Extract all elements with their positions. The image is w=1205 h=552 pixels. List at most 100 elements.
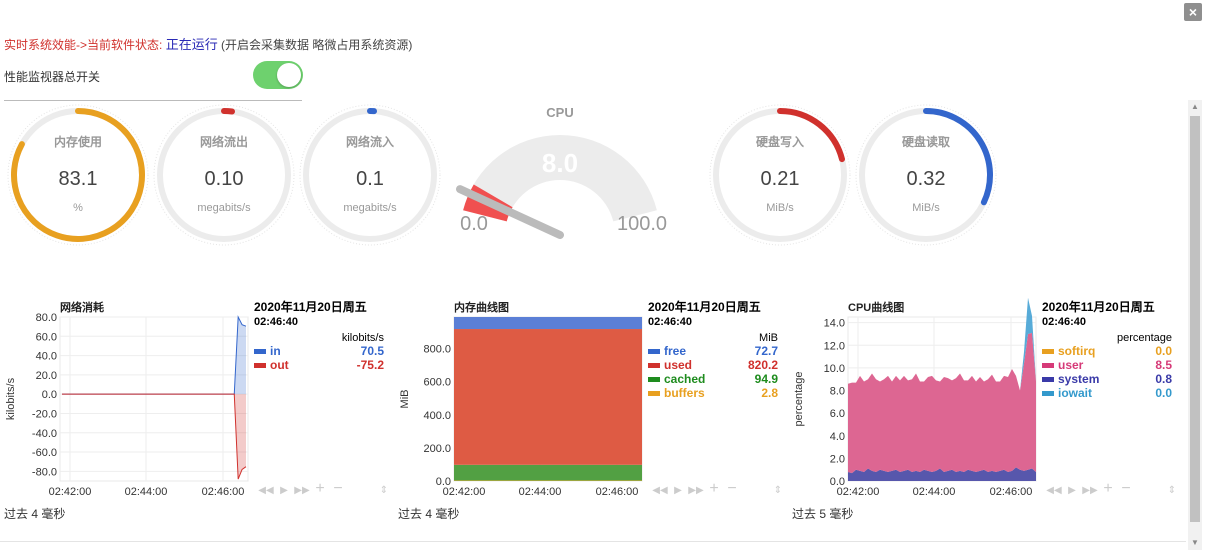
chart-3: CPU曲线图14.0 12.0 10.0 8.0 6.0 4.0 2.0 0.0 02:42:0… [793,297,1176,498]
cpu-gauge-value: 8.0 [542,148,578,178]
resize-icon[interactable]: ⇕ [774,485,782,496]
play-icon[interactable]: ▶ [674,485,682,496]
y-tick-label: 10.0 [824,363,845,375]
chart-1: 网络消耗80.0 60.0 40.0 20.0 0.0 -20.0 -40.0 -60.0 -8… [5,299,388,498]
x-tick-label: 02:42:00 [837,486,880,498]
y-tick-label: -20.0 [32,408,57,420]
scroll-down-icon[interactable]: ▼ [1188,536,1202,550]
x-tick-label: 02:42:00 [49,486,92,498]
legend-swatch [1042,349,1054,354]
status-prefix: 实时系统效能->当前软件状态: [4,38,163,52]
legend-value-free: 72.7 [755,344,779,358]
gauge-units: MiB/s [766,202,794,214]
y-tick-label: 2.0 [830,453,845,465]
cpu-gauge-min: 0.0 [460,213,488,235]
gauge-value: 0.21 [761,168,800,190]
gauge-title: 硬盘读取 [902,134,950,149]
forward-icon[interactable]: ▶▶ [294,485,310,496]
gauge-netout: 网络流出 0.10 megabits/s [153,104,295,246]
close-button[interactable]: × [1184,3,1202,21]
x-tick-label: 02:46:00 [596,486,639,498]
charts-area: 网络消耗80.0 60.0 40.0 20.0 0.0 -20.0 -40.0 -60.0 -8… [5,297,1176,498]
cpu-gauge: CPU 8.0 0.0 100.0 [456,105,667,239]
y-axis-label: kilobits/s [5,377,17,420]
zoom-out-icon[interactable]: − [1121,480,1130,497]
y-axis-label: MiB [399,390,411,409]
gauge-value: 0.10 [205,168,244,190]
legend-item-iowait: iowait [1058,386,1092,400]
legend-value-used: 820.2 [748,358,778,372]
resize-icon[interactable]: ⇕ [1168,485,1176,496]
legend-swatch [1042,391,1054,396]
y-tick-label: -80.0 [32,466,57,478]
gauge-mem: 内存使用 83.1% [7,104,149,246]
x-tick-label: 02:46:00 [990,486,1033,498]
legend-value-cached: 94.9 [755,372,779,386]
gauge-title: 硬盘写入 [756,134,804,149]
y-tick-label: 20.0 [36,370,57,382]
legend-time: 02:46:40 [1042,316,1086,328]
rewind-icon[interactable]: ◀◀ [258,485,274,496]
legend-value-softirq: 0.0 [1155,344,1172,358]
x-tick-label: 02:44:00 [125,486,168,498]
legend-swatch [648,363,660,368]
stack-used [454,329,642,465]
gauge-value: 0.1 [356,168,384,190]
y-tick-label: 6.0 [830,408,845,420]
zoom-out-icon[interactable]: − [727,480,736,497]
y-tick-label: -40.0 [32,428,57,440]
legend-units: kilobits/s [342,332,385,344]
forward-icon[interactable]: ▶▶ [1082,485,1098,496]
legend-item-user: user [1058,358,1084,372]
plot-area [59,316,249,482]
y-tick-label: 8.0 [830,386,845,398]
legend-item-system: system [1058,372,1099,386]
scroll-thumb[interactable] [1190,116,1200,522]
rewind-icon[interactable]: ◀◀ [652,485,668,496]
scroll-up-icon[interactable]: ▲ [1188,100,1202,114]
legend-swatch [648,377,660,382]
gauge-value: 0.32 [907,168,946,190]
gauge-title: 网络流出 [200,134,248,149]
forward-icon[interactable]: ▶▶ [688,485,704,496]
legend-swatch [1042,377,1054,382]
y-tick-label: 80.0 [36,312,57,324]
legend-swatch [254,349,266,354]
zoom-in-icon[interactable]: + [709,480,718,497]
vertical-scrollbar[interactable]: ▲ ▼ [1188,100,1202,550]
legend-time: 02:46:40 [254,316,298,328]
gauge-title: 网络流入 [346,134,394,149]
toggle-knob [277,63,301,87]
y-tick-label: 4.0 [830,431,845,443]
legend-units: MiB [759,332,778,344]
y-tick-label: 400.0 [423,410,451,422]
legend-item-used: used [664,358,692,372]
cpu-gauge-title: CPU [546,105,573,120]
legend-value-iowait: 0.0 [1155,386,1172,400]
zoom-out-icon[interactable]: − [333,480,342,497]
master-switch-toggle[interactable] [253,61,303,89]
chart2-footer: 过去 4 毫秒 [398,507,460,521]
play-icon[interactable]: ▶ [280,485,288,496]
legend-value-buffers: 2.8 [761,386,778,400]
y-tick-label: 60.0 [36,331,57,343]
x-tick-label: 02:44:00 [519,486,562,498]
y-tick-label: 800.0 [423,344,451,356]
resize-icon[interactable]: ⇕ [380,485,388,496]
legend-value-system: 0.8 [1155,372,1172,386]
y-tick-label: 600.0 [423,377,451,389]
gauge-value: 83.1 [59,168,98,190]
legend-item-free: free [664,344,686,358]
y-tick-label: 40.0 [36,351,57,363]
gauge-units: megabits/s [343,202,397,214]
zoom-in-icon[interactable]: + [315,480,324,497]
legend-swatch [254,363,266,368]
gauges-area: 内存使用 83.1% 网络流出 0.10 megabits/s 网络流入 0.1 megabi… [7,104,997,246]
rewind-icon[interactable]: ◀◀ [1046,485,1062,496]
chart-title: 内存曲线图 [454,300,509,314]
legend-item-softirq: softirq [1058,344,1095,358]
play-icon[interactable]: ▶ [1068,485,1076,496]
legend-value-in: 70.5 [361,344,385,358]
y-tick-label: 14.0 [824,318,845,330]
zoom-in-icon[interactable]: + [1103,480,1112,497]
